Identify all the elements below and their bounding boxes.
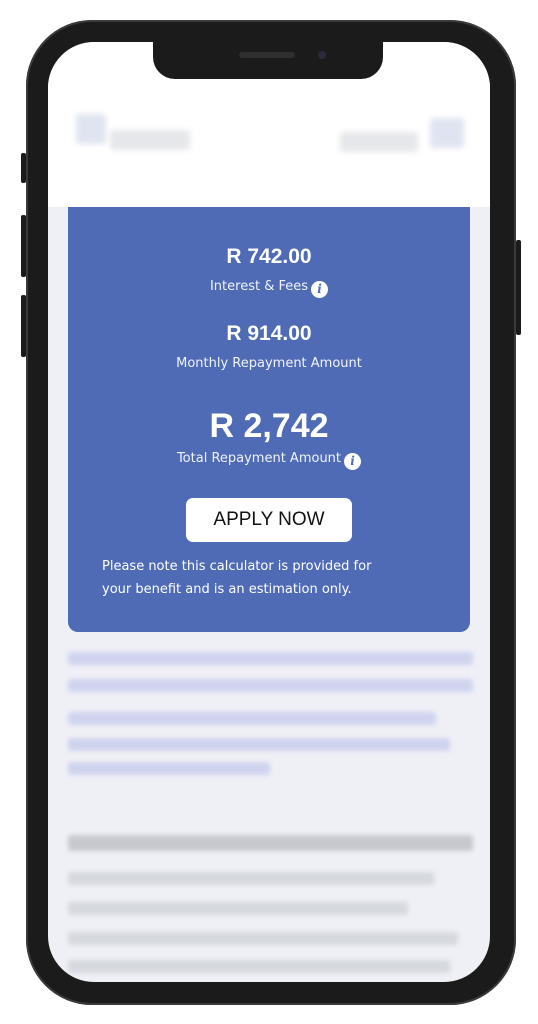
blurred-text-line [68, 762, 270, 775]
blurred-text-line [68, 960, 450, 973]
disclaimer-line-2: your benefit and is an estimation only. [102, 582, 352, 597]
phone-silent-switch [21, 153, 26, 183]
blurred-menu-icon[interactable] [430, 118, 464, 148]
monthly-repayment-label: Monthly Repayment Amount [176, 356, 362, 371]
phone-screen: R 742.00 Interest & Fees i R 914.00 Month… [48, 42, 490, 982]
total-repayment-label-row: Total Repayment Amount i [68, 451, 470, 470]
loan-summary-card: R 742.00 Interest & Fees i R 914.00 Month… [68, 207, 470, 632]
interest-fees-label-row: Interest & Fees i [68, 279, 470, 298]
speaker-grille [239, 52, 295, 58]
info-icon[interactable]: i [344, 453, 362, 470]
blurred-heading [68, 835, 473, 851]
front-camera [318, 51, 326, 59]
interest-fees-label: Interest & Fees [209, 279, 309, 294]
monthly-repayment-amount: R 914.00 [226, 322, 312, 345]
info-icon[interactable]: i [311, 281, 329, 298]
blurred-text-line [68, 738, 450, 751]
total-repayment-amount: R 2,742 [209, 407, 329, 445]
blurred-logo [76, 114, 106, 144]
blurred-text-line [68, 679, 473, 692]
blurred-nav-text [340, 132, 418, 152]
blurred-text-line [68, 872, 434, 885]
phone-volume-up [21, 215, 26, 277]
phone-volume-down [21, 295, 26, 357]
blurred-text-line [68, 652, 473, 665]
blurred-text-line [68, 902, 408, 915]
phone-power-button [516, 240, 521, 335]
interest-fees-amount: R 742.00 [226, 245, 312, 268]
total-repayment-label: Total Repayment Amount [176, 451, 342, 466]
blurred-text-line [68, 712, 436, 725]
phone-notch [153, 42, 383, 79]
blurred-text-line [68, 932, 458, 945]
apply-now-button[interactable]: APPLY NOW [186, 498, 352, 542]
calculator-disclaimer: Please note this calculator is provided … [102, 555, 432, 601]
disclaimer-line-1: Please note this calculator is provided … [102, 559, 372, 574]
blurred-brand-text [110, 130, 190, 150]
